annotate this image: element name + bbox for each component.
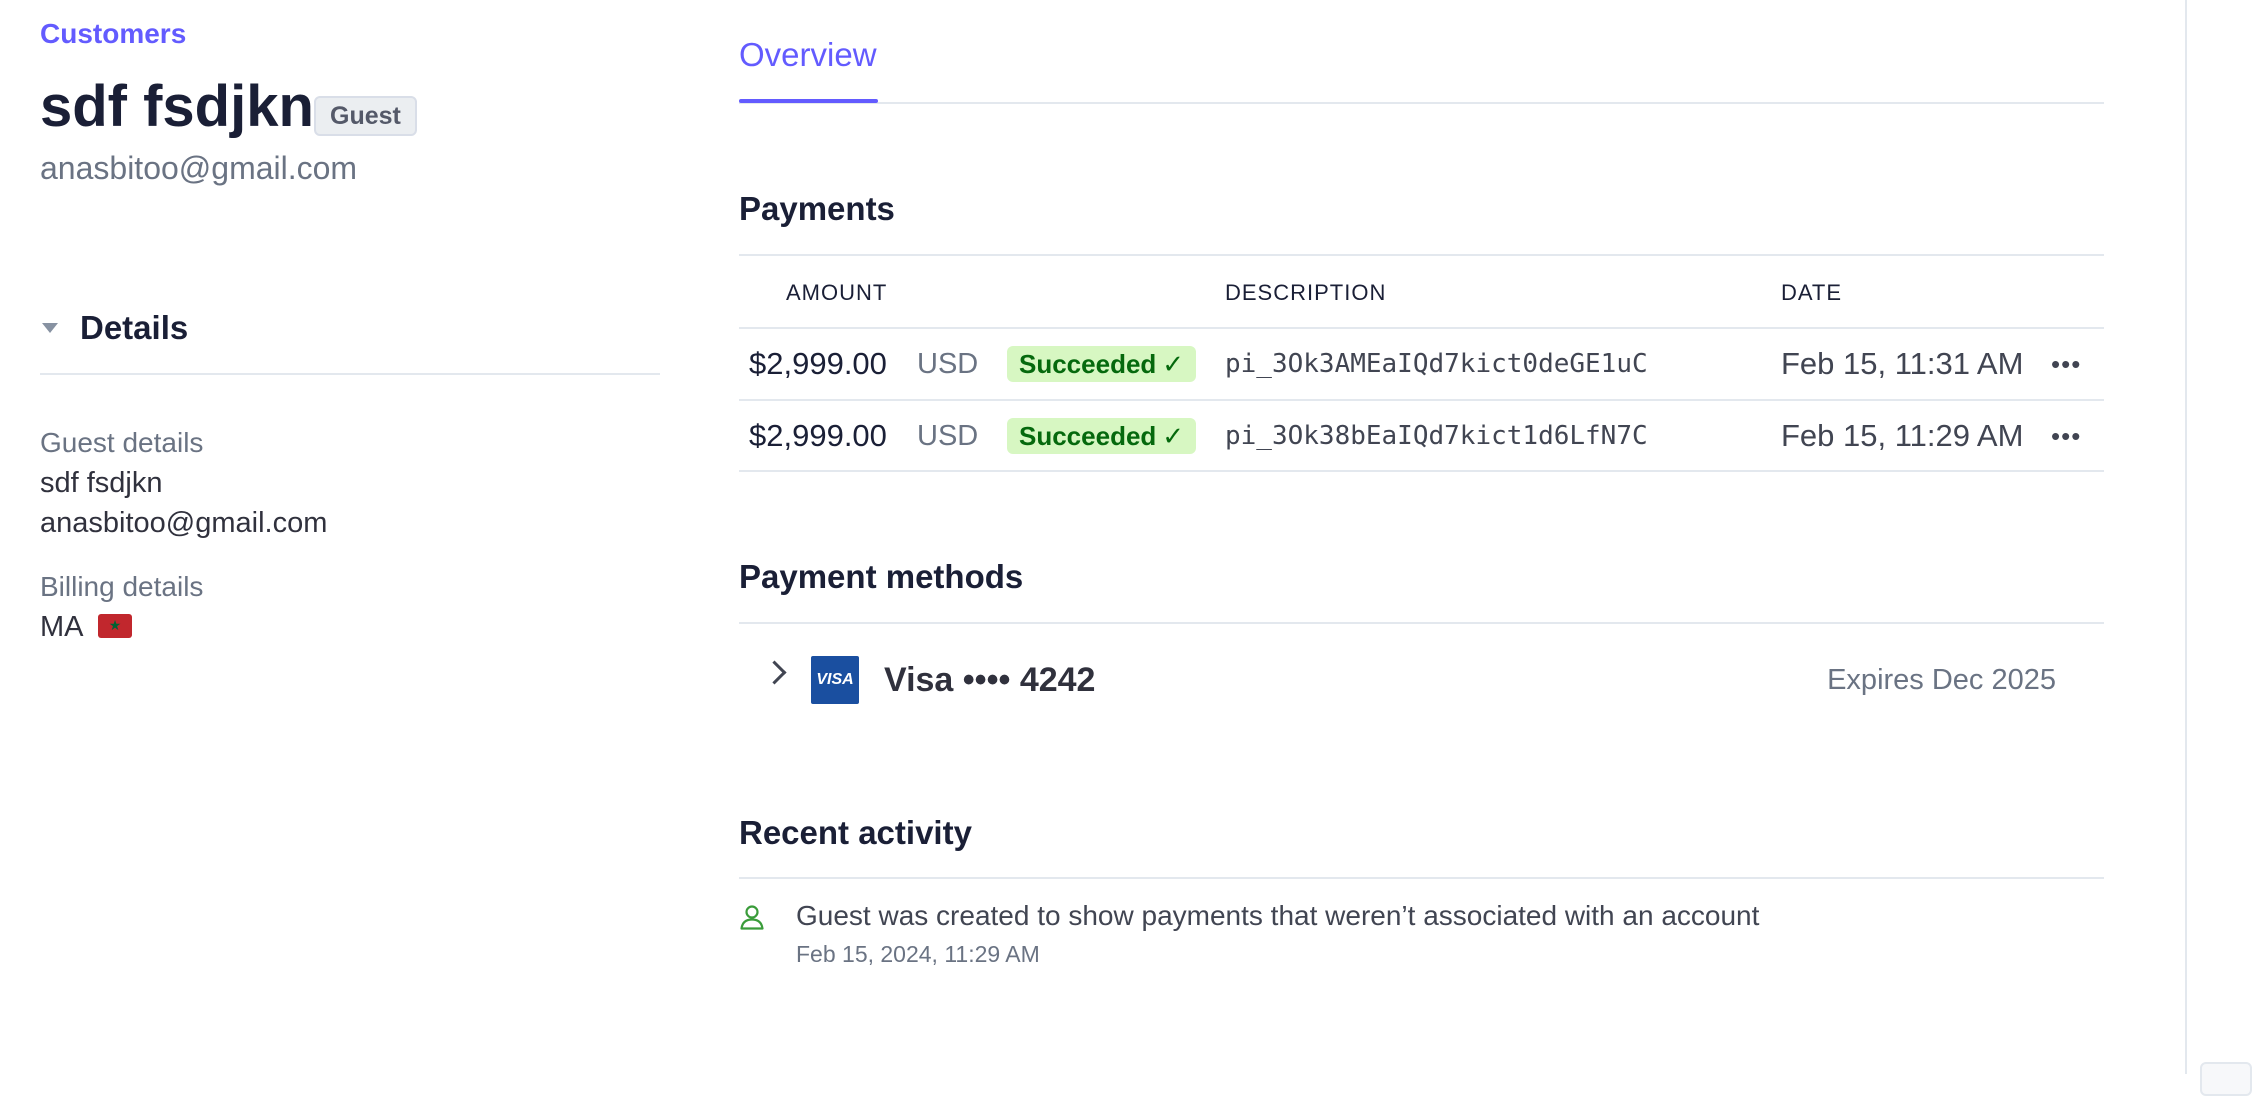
payment-date: Feb 15, 11:31 AM: [1781, 346, 2024, 381]
customer-name: sdf fsdjkn: [40, 74, 314, 139]
status-label: Succeeded: [1019, 421, 1157, 451]
billing-details-label: Billing details: [40, 571, 204, 602]
tab-active-indicator: [739, 99, 878, 103]
recent-activity-title: Recent activity: [739, 814, 972, 851]
checkmark-icon: ✓: [1162, 421, 1185, 451]
payment-amount: $2,999.00: [749, 418, 887, 453]
guest-details-label: Guest details: [40, 427, 204, 458]
side-panel-divider: [2185, 0, 2187, 1074]
payment-description: pi_3Ok3AMEaIQd7kict0deGE1uC: [1225, 349, 1648, 379]
breadcrumb-customers[interactable]: Customers: [40, 18, 186, 50]
activity-text: Guest was created to show payments that …: [796, 900, 1760, 931]
status-label: Succeeded: [1019, 349, 1157, 379]
ellipsis-icon[interactable]: •••: [2051, 328, 2081, 400]
payment-row[interactable]: $2,999.00 USD Succeeded ✓ pi_3Ok3AMEaIQd7…: [739, 328, 2104, 400]
payment-currency: USD: [917, 420, 979, 452]
guest-badge: Guest: [314, 96, 417, 136]
tab-overview[interactable]: Overview: [739, 36, 877, 74]
guest-name-value: sdf fsdjkn: [40, 467, 163, 499]
payment-method-row[interactable]: VISA Visa •••• 4242 Expires Dec 2025: [739, 630, 2104, 730]
ellipsis-icon[interactable]: •••: [2051, 400, 2081, 472]
guest-email-value: anasbitoo@gmail.com: [40, 507, 328, 539]
payment-description: pi_3Ok38bEaIQd7kict1d6LfN7C: [1225, 421, 1648, 451]
morocco-flag-icon: ★: [98, 614, 132, 638]
payment-methods-title: Payment methods: [739, 558, 1024, 595]
card-expiry: Expires Dec 2025: [1827, 664, 2056, 696]
payment-methods-divider: [739, 622, 2104, 624]
column-header-date[interactable]: DATE: [1781, 280, 1842, 306]
visa-card-icon: VISA: [811, 656, 859, 704]
column-header-description[interactable]: DESCRIPTION: [1225, 280, 1386, 306]
column-header-amount[interactable]: AMOUNT: [786, 280, 887, 306]
payment-currency: USD: [917, 348, 979, 380]
chevron-right-icon[interactable]: [762, 660, 787, 685]
caret-down-icon: [42, 323, 58, 333]
payment-row-divider: [739, 470, 2104, 472]
recent-activity-divider: [739, 877, 2104, 879]
details-toggle[interactable]: Details: [40, 308, 188, 348]
payment-date: Feb 15, 11:29 AM: [1781, 418, 2024, 453]
customer-email: anasbitoo@gmail.com: [40, 150, 358, 186]
payment-row[interactable]: $2,999.00 USD Succeeded ✓ pi_3Ok38bEaIQd7…: [739, 400, 2104, 472]
tab-bar-divider: [739, 102, 2104, 104]
billing-country-value: MA: [40, 611, 84, 643]
status-badge: Succeeded ✓: [1007, 346, 1197, 382]
user-icon: [740, 905, 764, 930]
payment-amount: $2,999.00: [749, 346, 887, 381]
card-label: Visa •••• 4242: [884, 661, 1096, 699]
payments-title: Payments: [739, 190, 895, 227]
status-badge: Succeeded ✓: [1007, 418, 1197, 454]
details-divider: [40, 373, 660, 375]
corner-button[interactable]: [2200, 1062, 2252, 1096]
checkmark-icon: ✓: [1162, 349, 1185, 379]
payments-top-divider: [739, 254, 2104, 256]
details-title: Details: [80, 309, 189, 346]
activity-timestamp: Feb 15, 2024, 11:29 AM: [796, 941, 1040, 967]
